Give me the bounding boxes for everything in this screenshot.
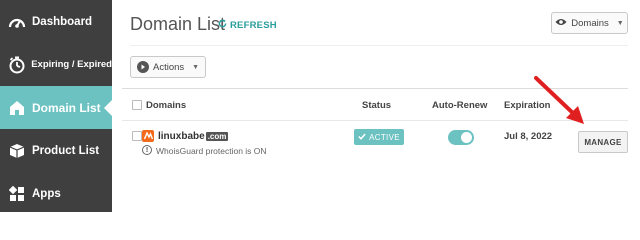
row-checkbox[interactable] bbox=[132, 131, 142, 141]
sidebar: Dashboard Expiring / Expired Domain List… bbox=[0, 0, 113, 215]
main-content: Domain List REFRESH Domains ▼ Actions ▼ … bbox=[112, 0, 640, 212]
sidebar-item-dashboard[interactable]: Dashboard bbox=[0, 0, 112, 43]
domain-tld: .com bbox=[205, 132, 229, 141]
dashboard-gauge-icon bbox=[2, 14, 32, 30]
domain-sld: linuxbabe bbox=[158, 131, 205, 142]
column-header-domains: Domains bbox=[146, 100, 187, 111]
play-icon bbox=[137, 61, 149, 73]
chevron-down-icon: ▼ bbox=[192, 63, 200, 71]
column-header-status: Status bbox=[362, 100, 392, 111]
chevron-down-icon: ▼ bbox=[616, 19, 624, 27]
eye-icon bbox=[555, 18, 567, 29]
refresh-label: REFRESH bbox=[230, 19, 277, 31]
box-icon bbox=[2, 143, 32, 159]
annotation-arrow-icon bbox=[534, 76, 584, 124]
auto-renew-toggle[interactable] bbox=[448, 130, 474, 145]
sidebar-item-label: Expiring / Expired bbox=[31, 59, 112, 70]
expiration-date: Jul 8, 2022 bbox=[504, 131, 553, 142]
toggle-knob bbox=[461, 132, 472, 143]
sidebar-item-label: Apps bbox=[32, 187, 61, 200]
whoisguard-note: WhoisGuard protection is ON bbox=[156, 146, 267, 156]
column-header-auto-renew: Auto-Renew bbox=[432, 100, 488, 111]
manage-button[interactable]: MANAGE bbox=[578, 131, 628, 153]
home-icon bbox=[2, 100, 32, 116]
actions-label: Actions bbox=[153, 61, 185, 73]
domains-filter-dropdown[interactable]: Domains ▼ bbox=[551, 12, 628, 34]
select-all-checkbox[interactable] bbox=[132, 100, 142, 110]
sidebar-item-label: Dashboard bbox=[32, 15, 93, 28]
check-icon bbox=[358, 133, 366, 142]
sidebar-item-domain-list[interactable]: Domain List bbox=[0, 86, 113, 129]
domains-dropdown-label: Domains bbox=[571, 17, 609, 29]
status-label: ACTIVE bbox=[369, 132, 400, 142]
domain-favicon-icon bbox=[142, 130, 154, 142]
refresh-button[interactable]: REFRESH bbox=[218, 19, 277, 31]
actions-dropdown[interactable]: Actions ▼ bbox=[130, 56, 206, 78]
sidebar-item-label: Product List bbox=[32, 144, 100, 157]
sidebar-item-apps[interactable]: Apps bbox=[0, 172, 112, 215]
refresh-icon bbox=[218, 19, 227, 31]
timer-icon bbox=[2, 56, 31, 74]
info-icon: ! bbox=[142, 145, 152, 155]
sidebar-item-expiring[interactable]: Expiring / Expired bbox=[0, 43, 112, 86]
sidebar-item-product-list[interactable]: Product List bbox=[0, 129, 112, 172]
app-root: Dashboard Expiring / Expired Domain List… bbox=[0, 0, 640, 212]
divider bbox=[130, 45, 628, 46]
sidebar-item-label: Domain List bbox=[32, 100, 101, 115]
status-badge: ACTIVE bbox=[354, 129, 404, 145]
apps-grid-icon bbox=[2, 185, 32, 202]
page-title: Domain List bbox=[130, 14, 226, 34]
domain-name[interactable]: linuxbabe .com bbox=[158, 131, 229, 142]
